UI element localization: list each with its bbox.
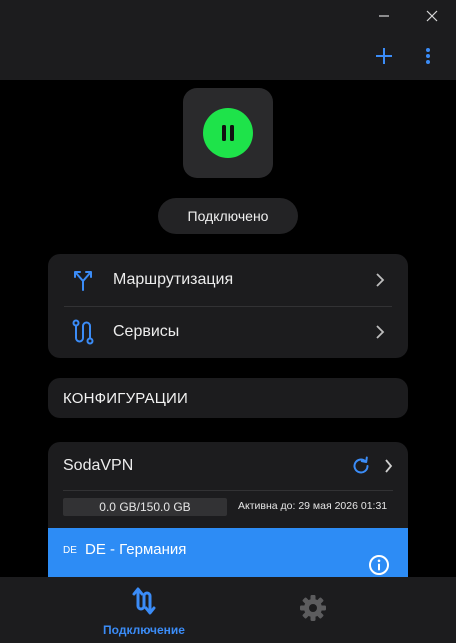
more-vertical-icon: [426, 48, 430, 64]
country-flag: DE: [63, 545, 77, 556]
nav-tab-label: Подключение: [103, 623, 185, 637]
server-info-button[interactable]: [368, 554, 390, 576]
subscription-name: SodaVPN: [63, 457, 134, 474]
menu-item-services[interactable]: Сервисы: [48, 306, 408, 358]
connection-status-badge: Подключено: [158, 198, 298, 234]
menu-item-label: Маршрутизация: [113, 271, 234, 288]
close-button[interactable]: [420, 6, 444, 26]
disconnect-button[interactable]: [203, 108, 253, 158]
minimize-button[interactable]: [372, 6, 396, 26]
services-route-icon: [70, 319, 96, 345]
nav-tab-connection[interactable]: Подключение: [96, 583, 192, 639]
menu-item-label: Сервисы: [113, 323, 180, 340]
traffic-usage: 0.0 GB/150.0 GB: [63, 498, 227, 516]
pause-icon: [222, 125, 234, 141]
more-menu-button[interactable]: [418, 44, 438, 68]
traffic-usage-label: 0.0 GB/150.0 GB: [99, 500, 191, 514]
add-config-button[interactable]: [372, 44, 396, 68]
connection-toggle-tile: [183, 88, 273, 178]
server-item-selected[interactable]: DE DE - Германия: [48, 528, 408, 577]
nav-tab-settings[interactable]: [296, 591, 330, 625]
chevron-right-icon: [372, 324, 388, 340]
close-icon: [426, 10, 438, 22]
plus-icon: [376, 48, 392, 64]
gear-icon: [300, 595, 326, 621]
bottom-navigation: Подключение: [0, 577, 456, 643]
configurations-title: КОНФИГУРАЦИИ: [63, 390, 188, 407]
routing-split-icon: [70, 267, 96, 293]
refresh-subscription-button[interactable]: [350, 455, 372, 477]
subscription-divider: [63, 490, 393, 491]
info-icon: [369, 555, 389, 575]
subscription-card: SodaVPN 0.0 GB/150.0 GB Активна до: 29 м…: [48, 442, 408, 577]
connection-status-label: Подключено: [187, 208, 269, 224]
server-name: DE - Германия: [85, 541, 187, 558]
configurations-header[interactable]: КОНФИГУРАЦИИ: [48, 378, 408, 418]
menu-item-routing[interactable]: Маршрутизация: [48, 254, 408, 306]
minimize-icon: [379, 15, 389, 17]
refresh-icon: [353, 456, 369, 474]
chevron-right-icon: [384, 459, 392, 473]
title-bar: [0, 0, 456, 80]
subscription-expand-button[interactable]: [380, 457, 396, 475]
chevron-right-icon: [372, 272, 388, 288]
connection-tab-icon: [130, 585, 158, 617]
settings-menu-card: Маршрутизация Сервисы: [48, 254, 408, 358]
subscription-expiry: Активна до: 29 мая 2026 01:31: [238, 500, 388, 512]
